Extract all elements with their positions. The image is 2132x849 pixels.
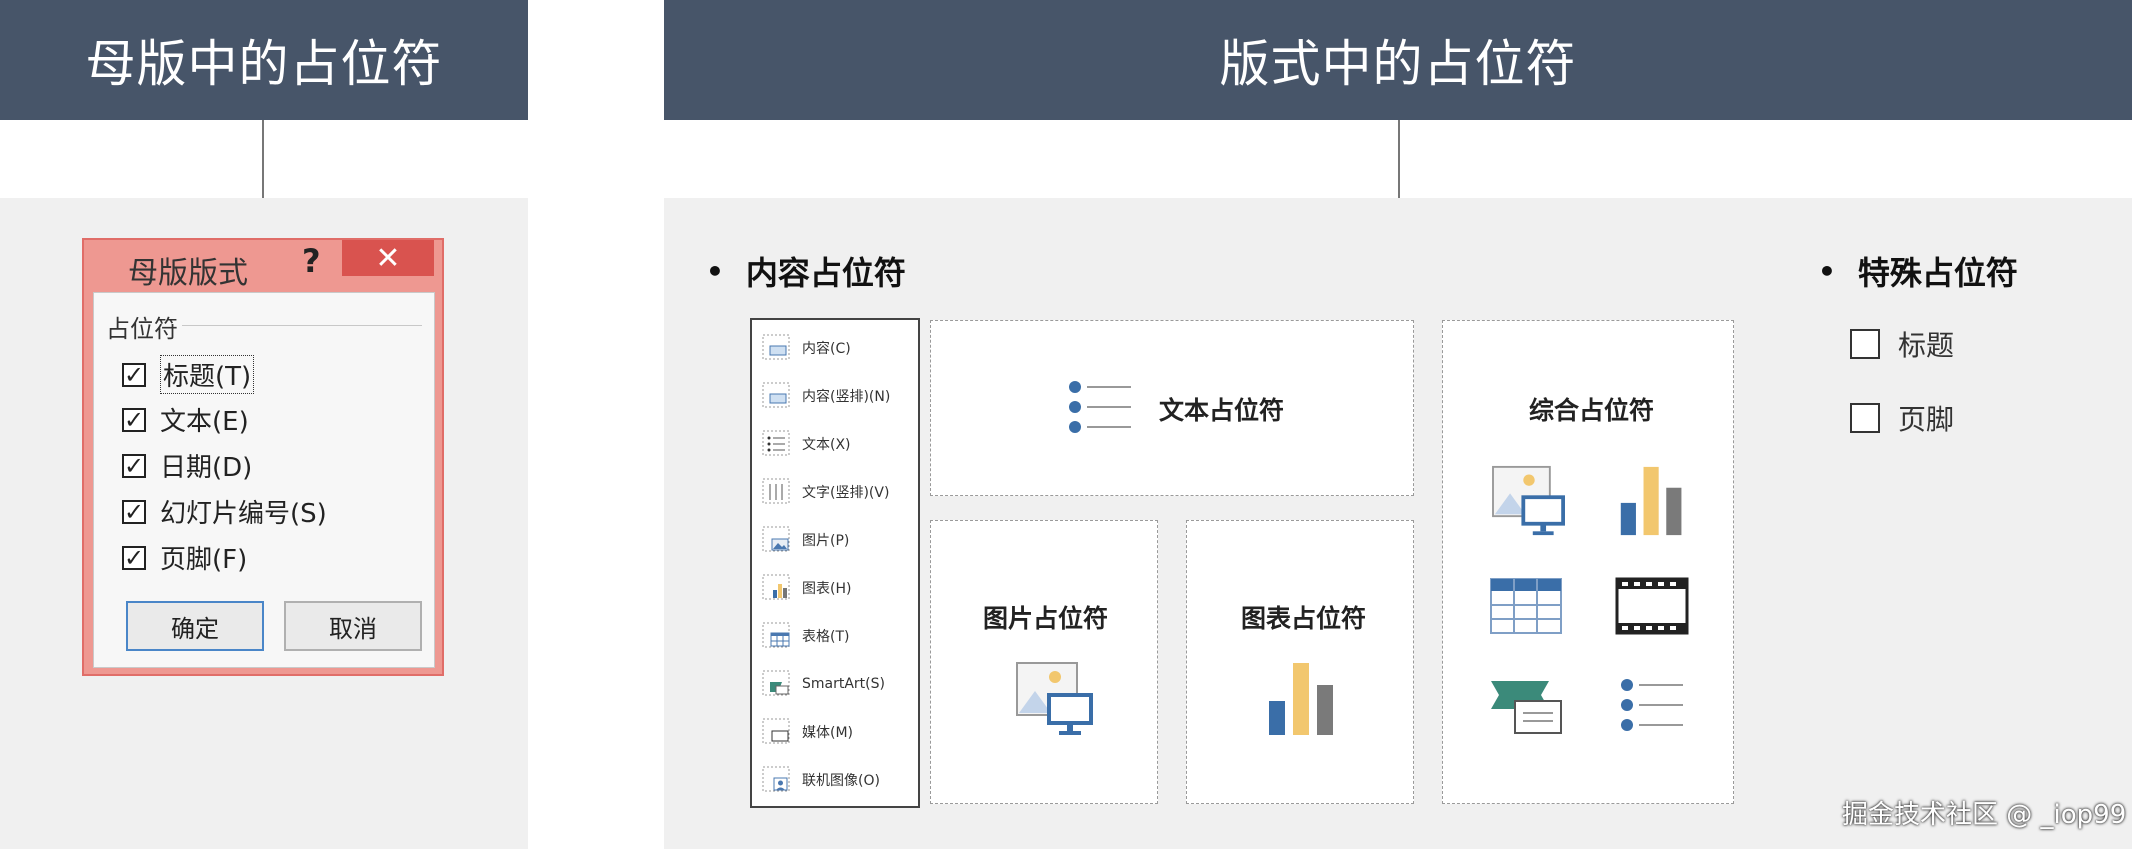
list-item-table[interactable]: 表格(T) bbox=[752, 612, 918, 660]
dialog-title: 母版版式 bbox=[128, 256, 248, 291]
checkbox-checked-icon[interactable]: ✓ bbox=[122, 453, 146, 478]
smartart-icon bbox=[762, 670, 790, 696]
list-item-content-vertical[interactable]: 内容(竖排)(N) bbox=[752, 372, 918, 420]
checkbox-empty-icon[interactable] bbox=[1850, 403, 1880, 433]
special-item-title[interactable]: 标题 bbox=[1850, 324, 1954, 364]
content-icon bbox=[762, 334, 790, 360]
option-title[interactable]: ✓ 标题(T) bbox=[122, 355, 255, 394]
list-item-label: 文本(X) bbox=[802, 437, 851, 453]
option-label: 日期(D) bbox=[160, 453, 253, 483]
master-layout-dialog: 母版版式 ? ✕ 占位符 ✓ 标题(T) ✓ 文本(E) ✓ 日期(D) ✓ 幻… bbox=[82, 238, 444, 676]
special-item-label: 页脚 bbox=[1898, 403, 1955, 436]
picture-placeholder-box: 图片占位符 bbox=[930, 520, 1158, 804]
checkbox-checked-icon[interactable]: ✓ bbox=[122, 362, 146, 387]
smartart-icon bbox=[1491, 681, 1562, 734]
dialog-body: 占位符 ✓ 标题(T) ✓ 文本(E) ✓ 日期(D) ✓ 幻灯片编号(S) ✓… bbox=[93, 292, 435, 668]
watermark: 掘金技术社区 @ _iop99 bbox=[1842, 800, 2127, 830]
list-item-content[interactable]: 内容(C) bbox=[752, 324, 918, 372]
option-label: 文本(E) bbox=[160, 407, 249, 437]
layout-header: 版式中的占位符 bbox=[664, 0, 2132, 120]
list-item-label: 表格(T) bbox=[802, 629, 850, 645]
content-section-label: 内容占位符 bbox=[745, 254, 906, 292]
special-item-label: 标题 bbox=[1898, 329, 1955, 362]
option-label: 页脚(F) bbox=[160, 545, 248, 575]
master-header: 母版中的占位符 bbox=[0, 0, 528, 120]
bullet: • bbox=[706, 254, 724, 288]
text-vertical-icon bbox=[762, 478, 790, 504]
list-item-label: 图表(H) bbox=[802, 581, 852, 597]
list-item-chart[interactable]: 图表(H) bbox=[752, 564, 918, 612]
list-item-label: 内容(C) bbox=[802, 341, 851, 357]
group-divider bbox=[182, 325, 422, 326]
close-icon: ✕ bbox=[375, 240, 401, 276]
media-icon bbox=[762, 718, 790, 744]
list-item-label: 文字(竖排)(V) bbox=[802, 485, 890, 501]
insert-placeholder-list: 内容(C) 内容(竖排)(N) 文本(X) 文字(竖排)(V) 图片(P) 图表… bbox=[750, 318, 920, 808]
content-section-title: • 内容占位符 bbox=[706, 248, 906, 294]
list-item-smartart[interactable]: SmartArt(S) bbox=[752, 660, 918, 708]
combined-placeholder-box: 综合占位符 bbox=[1442, 320, 1734, 804]
bullet: • bbox=[1818, 254, 1836, 288]
list-item-label: 联机图像(O) bbox=[802, 773, 880, 789]
film-strip-icon bbox=[1615, 577, 1689, 635]
text-icon bbox=[762, 430, 790, 456]
picture-monitor-icon bbox=[1016, 662, 1093, 735]
bar-chart-icon bbox=[1620, 466, 1682, 536]
option-date[interactable]: ✓ 日期(D) bbox=[122, 447, 252, 484]
list-item-label: 内容(竖排)(N) bbox=[802, 389, 891, 405]
layout-header-title: 版式中的占位符 bbox=[1219, 35, 1577, 93]
connector-line-left bbox=[262, 120, 264, 198]
list-item-text-vertical[interactable]: 文字(竖排)(V) bbox=[752, 468, 918, 516]
picture-monitor-icon bbox=[1492, 465, 1566, 536]
ok-button[interactable]: 确定 bbox=[126, 601, 264, 651]
list-item-label: 媒体(M) bbox=[802, 725, 854, 741]
combined-placeholder-label: 综合占位符 bbox=[1529, 396, 1655, 425]
option-text[interactable]: ✓ 文本(E) bbox=[122, 401, 249, 438]
list-item-text[interactable]: 文本(X) bbox=[752, 420, 918, 468]
checkbox-checked-icon[interactable]: ✓ bbox=[122, 499, 146, 524]
option-footer[interactable]: ✓ 页脚(F) bbox=[122, 539, 247, 576]
option-label: 幻灯片编号(S) bbox=[160, 499, 327, 529]
special-section-label: 特殊占位符 bbox=[1857, 254, 2018, 292]
online-image-icon bbox=[762, 766, 790, 792]
bullet-list-icon bbox=[1069, 381, 1131, 433]
list-item-media[interactable]: 媒体(M) bbox=[752, 708, 918, 756]
text-placeholder-label: 文本占位符 bbox=[1159, 396, 1285, 425]
special-item-footer[interactable]: 页脚 bbox=[1850, 398, 1954, 438]
cancel-button[interactable]: 取消 bbox=[284, 601, 422, 651]
special-section-title: • 特殊占位符 bbox=[1818, 248, 2018, 294]
bar-chart-icon bbox=[1269, 663, 1333, 735]
chart-icon bbox=[762, 574, 790, 600]
checkbox-checked-icon[interactable]: ✓ bbox=[122, 407, 146, 432]
option-label: 标题(T) bbox=[160, 355, 255, 394]
group-label: 占位符 bbox=[106, 315, 178, 343]
option-slide-number[interactable]: ✓ 幻灯片编号(S) bbox=[122, 493, 327, 530]
chart-placeholder-label: 图表占位符 bbox=[1241, 604, 1367, 633]
table-icon bbox=[1490, 578, 1562, 634]
picture-placeholder-label: 图片占位符 bbox=[983, 604, 1109, 633]
list-item-label: 图片(P) bbox=[802, 533, 850, 549]
help-button[interactable]: ? bbox=[302, 242, 321, 280]
text-placeholder-box: 文本占位符 bbox=[930, 320, 1414, 496]
content-vertical-icon bbox=[762, 382, 790, 408]
checkbox-checked-icon[interactable]: ✓ bbox=[122, 545, 146, 570]
close-button[interactable]: ✕ bbox=[342, 240, 434, 276]
bullet-list-icon bbox=[1621, 679, 1683, 731]
list-item-label: SmartArt(S) bbox=[802, 676, 885, 692]
list-item-picture[interactable]: 图片(P) bbox=[752, 516, 918, 564]
table-icon bbox=[762, 622, 790, 648]
chart-placeholder-box: 图表占位符 bbox=[1186, 520, 1414, 804]
picture-icon bbox=[762, 526, 790, 552]
master-header-title: 母版中的占位符 bbox=[85, 35, 443, 93]
checkbox-empty-icon[interactable] bbox=[1850, 329, 1880, 359]
connector-line-right bbox=[1398, 120, 1400, 198]
list-item-online-image[interactable]: 联机图像(O) bbox=[752, 756, 918, 804]
